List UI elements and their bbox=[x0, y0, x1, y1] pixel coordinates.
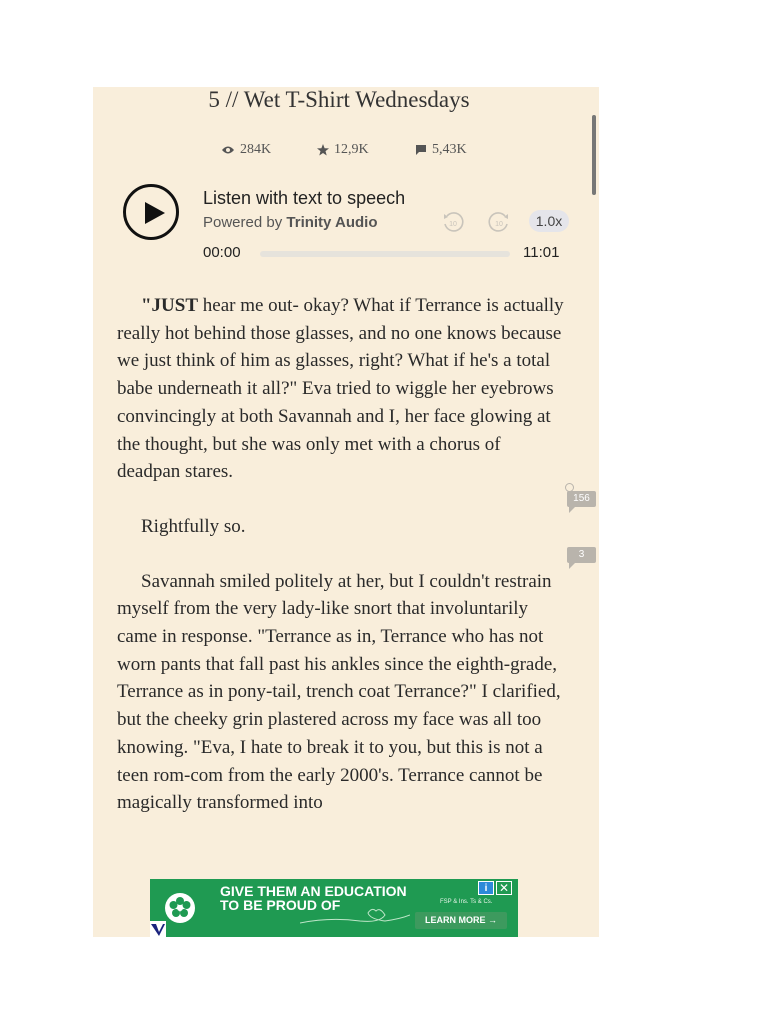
brand-mark-icon bbox=[151, 924, 165, 936]
story-stats: 284K 12,9K 5,43K bbox=[221, 142, 521, 162]
total-time: 11:01 bbox=[523, 244, 560, 261]
reaction-icon bbox=[565, 483, 574, 492]
story-page: 5 // Wet T-Shirt Wednesdays 284K 12,9K 5… bbox=[93, 87, 599, 937]
powered-by-text: Powered by Trinity Audio bbox=[203, 214, 378, 231]
play-icon bbox=[145, 202, 165, 224]
votes-stat: 12,9K bbox=[317, 142, 369, 158]
ad-brand-corner bbox=[150, 921, 166, 937]
ad-fine-print: FSP & Ins. Ts & Cs. bbox=[440, 899, 493, 905]
current-time: 00:00 bbox=[203, 244, 241, 261]
forward-10-icon[interactable]: 10 bbox=[487, 210, 511, 234]
powered-brand[interactable]: Trinity Audio bbox=[286, 214, 377, 231]
eye-icon bbox=[222, 146, 234, 154]
story-text: "JUST hear me out- okay? What if Terranc… bbox=[117, 292, 567, 844]
views-stat: 284K bbox=[221, 142, 271, 158]
audio-title: Listen with text to speech bbox=[203, 188, 406, 208]
powered-prefix: Powered by bbox=[203, 214, 283, 231]
rewind-label: 10 bbox=[449, 221, 457, 228]
scrollbar-thumb[interactable] bbox=[592, 115, 596, 195]
paragraph[interactable]: Savannah smiled politely at her, but I c… bbox=[117, 568, 567, 817]
heart-doodle-icon bbox=[300, 908, 410, 924]
comment-icon bbox=[416, 145, 426, 155]
inline-comment-button[interactable]: 3 bbox=[567, 547, 596, 569]
paragraph[interactable]: Rightfully so. bbox=[117, 513, 567, 541]
votes-count: 12,9K bbox=[334, 142, 369, 157]
ad-headline-line: GIVE THEM AN EDUCATION bbox=[220, 883, 407, 899]
chapter-title: 5 // Wet T-Shirt Wednesdays bbox=[208, 87, 470, 112]
star-icon bbox=[317, 144, 329, 156]
comments-stat: 5,43K bbox=[415, 142, 467, 158]
views-count: 284K bbox=[240, 142, 272, 157]
forward-label: 10 bbox=[495, 221, 503, 228]
inline-comment-count: 3 bbox=[578, 549, 585, 560]
comments-count: 5,43K bbox=[432, 142, 467, 157]
progress-bar[interactable] bbox=[260, 251, 510, 257]
ad-info-icon[interactable]: i bbox=[478, 881, 494, 895]
playback-speed-button[interactable]: 1.0x bbox=[529, 210, 569, 232]
inline-comment-count: 156 bbox=[573, 493, 590, 504]
paragraph-lead: "JUST bbox=[141, 295, 199, 316]
paragraph[interactable]: "JUST hear me out- okay? What if Terranc… bbox=[117, 292, 567, 486]
flower-logo-icon bbox=[165, 893, 195, 923]
text-to-speech-player: Listen with text to speech Powered by Tr… bbox=[123, 182, 573, 272]
ad-close-icon[interactable]: ✕ bbox=[496, 881, 512, 895]
rewind-10-icon[interactable]: 10 bbox=[441, 210, 465, 234]
ad-banner[interactable]: GIVE THEM AN EDUCATION TO BE PROUD OF FS… bbox=[150, 879, 518, 937]
paragraph-text: hear me out- okay? What if Terrance is a… bbox=[117, 295, 564, 483]
learn-more-button[interactable]: LEARN MORE → bbox=[415, 912, 507, 929]
play-button[interactable] bbox=[123, 184, 179, 240]
inline-comment-button[interactable]: 156 bbox=[565, 483, 596, 513]
